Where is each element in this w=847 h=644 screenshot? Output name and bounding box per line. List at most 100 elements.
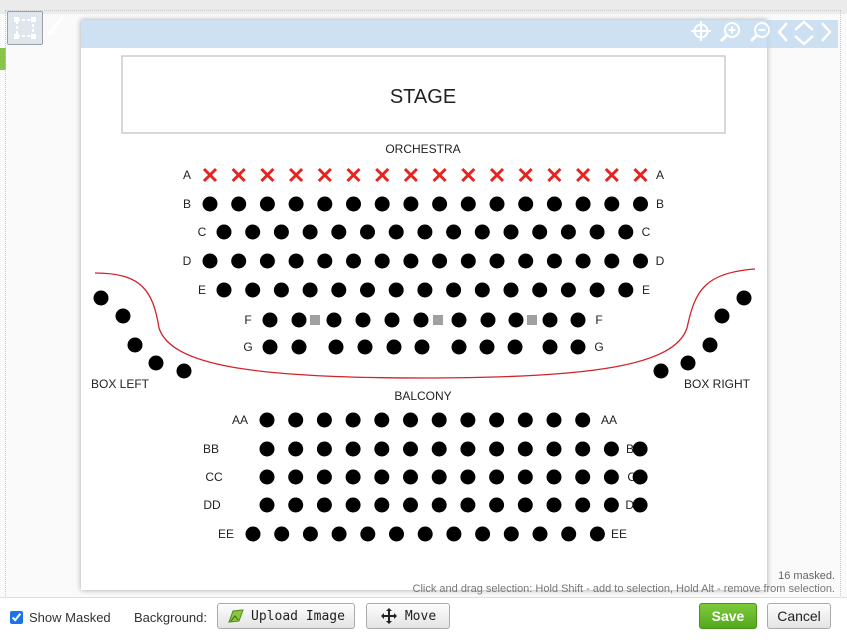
seat-EE[interactable] bbox=[274, 526, 290, 542]
seat-D[interactable] bbox=[374, 253, 390, 269]
seat-E[interactable] bbox=[446, 282, 462, 298]
seat-F[interactable] bbox=[542, 312, 558, 328]
seat-DD[interactable] bbox=[316, 497, 332, 513]
seat-AA[interactable] bbox=[316, 412, 332, 428]
seat-BB[interactable] bbox=[288, 441, 304, 457]
seat-C[interactable] bbox=[618, 224, 634, 240]
seat-G[interactable] bbox=[507, 339, 523, 355]
seat-C[interactable] bbox=[589, 224, 605, 240]
seat-E[interactable] bbox=[503, 282, 519, 298]
seat-F[interactable] bbox=[384, 312, 400, 328]
seat-D[interactable] bbox=[518, 253, 534, 269]
seat-D[interactable] bbox=[546, 253, 562, 269]
seat-EE[interactable] bbox=[532, 526, 548, 542]
sold-seat-A[interactable] bbox=[604, 167, 619, 183]
seat-BB[interactable] bbox=[546, 441, 562, 457]
seat-map-canvas[interactable]: STAGE ORCHESTRA BALCONY BOX LEFT BOX RIG… bbox=[81, 20, 767, 590]
seat-E[interactable] bbox=[618, 282, 634, 298]
upload-image-button[interactable]: Upload Image bbox=[217, 603, 355, 629]
seat-E[interactable] bbox=[589, 282, 605, 298]
seat-D[interactable] bbox=[575, 253, 591, 269]
brush-tool-icon[interactable] bbox=[44, 14, 66, 38]
seat-CC[interactable] bbox=[489, 469, 505, 485]
sold-seat-A[interactable] bbox=[202, 167, 218, 183]
seat-CC[interactable] bbox=[345, 469, 361, 485]
seat-BB[interactable] bbox=[403, 441, 418, 457]
seat-D[interactable] bbox=[604, 253, 620, 269]
seat-CC[interactable] bbox=[259, 469, 275, 485]
seat-B[interactable] bbox=[633, 196, 648, 212]
seat-DD[interactable] bbox=[374, 497, 390, 513]
seats-layer[interactable]: AABBCCDDEEFFGGAAAABBBBCCCCDDDDEEEE bbox=[93, 167, 752, 542]
seat-E[interactable] bbox=[331, 282, 347, 298]
seat-CC[interactable] bbox=[546, 469, 562, 485]
sold-seat-A[interactable] bbox=[231, 167, 246, 183]
zoom-out-icon[interactable] bbox=[748, 20, 772, 44]
seat-G[interactable] bbox=[570, 339, 586, 355]
masked-seat[interactable] bbox=[527, 315, 537, 325]
seat-CC[interactable] bbox=[575, 469, 591, 485]
seat-B[interactable] bbox=[403, 196, 419, 212]
center-target-icon[interactable] bbox=[690, 20, 712, 42]
seat-CC[interactable] bbox=[316, 469, 332, 485]
seat-EE[interactable] bbox=[475, 526, 491, 542]
seat-B[interactable] bbox=[346, 196, 361, 212]
seat-B[interactable] bbox=[288, 196, 304, 212]
seat-B[interactable] bbox=[460, 196, 476, 212]
seat-DD[interactable] bbox=[403, 497, 418, 513]
seat-E[interactable] bbox=[417, 282, 433, 298]
seat-box-right[interactable] bbox=[653, 363, 669, 379]
seat-AA[interactable] bbox=[259, 412, 275, 428]
seat-box-right[interactable] bbox=[736, 290, 752, 306]
seat-BB[interactable] bbox=[431, 441, 447, 457]
seat-D[interactable] bbox=[346, 253, 361, 269]
seat-E[interactable] bbox=[474, 282, 490, 298]
seat-B[interactable] bbox=[518, 196, 534, 212]
seat-E[interactable] bbox=[560, 282, 576, 298]
seat-B[interactable] bbox=[432, 196, 448, 212]
seat-BB[interactable] bbox=[259, 441, 275, 457]
seat-box-left[interactable] bbox=[127, 337, 143, 353]
seat-C[interactable] bbox=[474, 224, 490, 240]
seat-D[interactable] bbox=[489, 253, 505, 269]
seat-F[interactable] bbox=[508, 312, 524, 328]
seat-G[interactable] bbox=[291, 339, 307, 355]
seat-C[interactable] bbox=[216, 224, 232, 240]
select-tool-button[interactable] bbox=[7, 11, 43, 45]
seat-box-left[interactable] bbox=[93, 290, 109, 306]
seat-E[interactable] bbox=[245, 282, 261, 298]
seat-AA[interactable] bbox=[288, 412, 304, 428]
seat-BB[interactable] bbox=[374, 441, 390, 457]
seat-F[interactable] bbox=[262, 312, 278, 328]
next-icon[interactable] bbox=[819, 20, 833, 44]
seat-BB[interactable] bbox=[603, 441, 619, 457]
seat-F[interactable] bbox=[291, 312, 307, 328]
seat-box-left[interactable] bbox=[176, 363, 192, 379]
seat-C[interactable] bbox=[331, 224, 347, 240]
seat-BB[interactable] bbox=[489, 441, 505, 457]
sold-seat-A[interactable] bbox=[346, 167, 361, 183]
seat-DD[interactable] bbox=[575, 497, 591, 513]
seat-F[interactable] bbox=[570, 312, 586, 328]
seat-AA[interactable] bbox=[575, 412, 591, 428]
seat-EE[interactable] bbox=[302, 526, 318, 542]
seat-B[interactable] bbox=[259, 196, 275, 212]
seat-C[interactable] bbox=[417, 224, 433, 240]
seat-D[interactable] bbox=[317, 253, 333, 269]
sold-seat-A[interactable] bbox=[461, 167, 476, 183]
seat-CC[interactable] bbox=[374, 469, 390, 485]
sold-seat-A[interactable] bbox=[576, 167, 591, 183]
seat-C[interactable] bbox=[273, 224, 289, 240]
seat-CC[interactable] bbox=[632, 469, 648, 485]
seat-DD[interactable] bbox=[288, 497, 304, 513]
seat-F[interactable] bbox=[480, 312, 496, 328]
seat-D[interactable] bbox=[288, 253, 304, 269]
seat-D[interactable] bbox=[460, 253, 476, 269]
seat-C[interactable] bbox=[245, 224, 261, 240]
seat-F[interactable] bbox=[326, 312, 342, 328]
sold-seat-A[interactable] bbox=[547, 167, 562, 183]
sold-seat-A[interactable] bbox=[317, 167, 332, 183]
seat-C[interactable] bbox=[446, 224, 462, 240]
seat-D[interactable] bbox=[633, 253, 648, 269]
seat-AA[interactable] bbox=[431, 412, 447, 428]
